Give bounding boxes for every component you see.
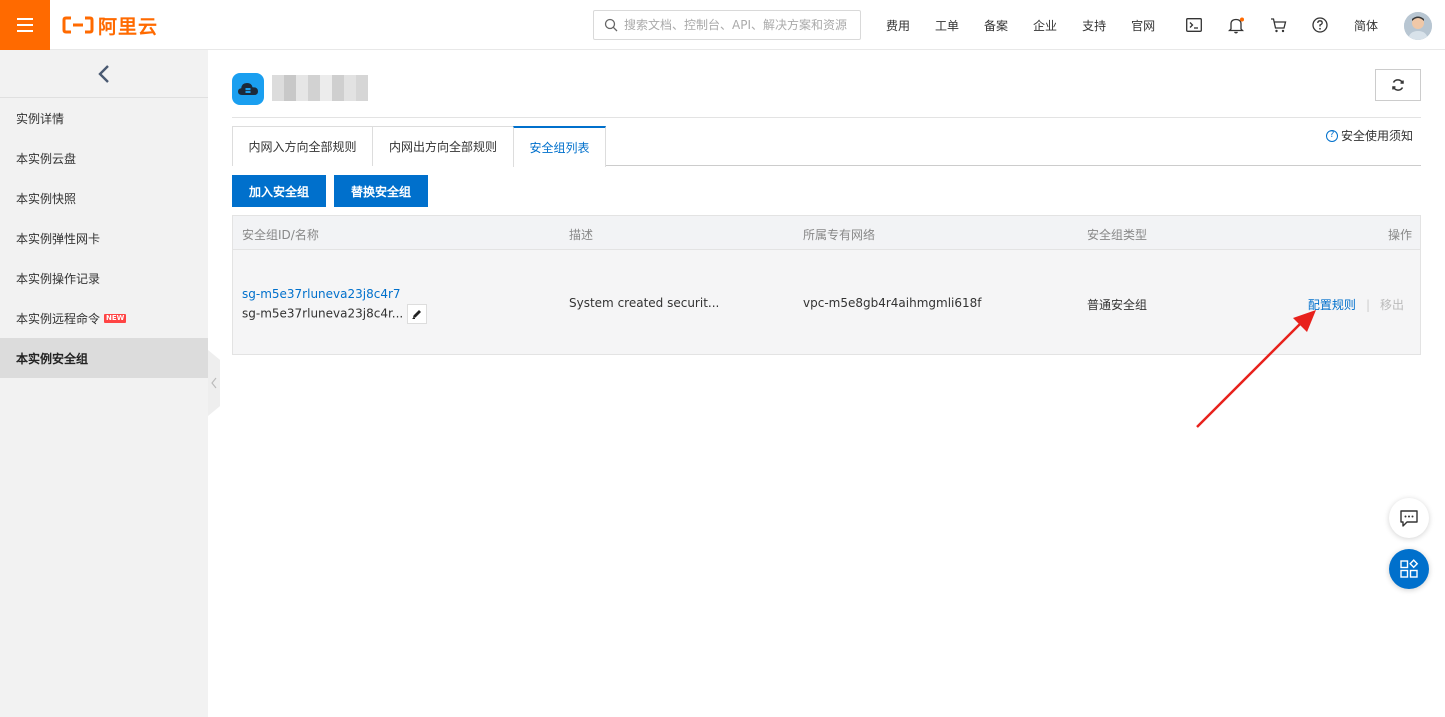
col-header-vpc: 所属专有网络 — [803, 228, 876, 242]
bell-icon[interactable] — [1227, 16, 1245, 34]
nav-enterprise[interactable]: 企业 — [1033, 17, 1057, 34]
sidebar-item-eni[interactable]: 本实例弹性网卡 — [0, 218, 208, 258]
apps-grid-icon — [1400, 559, 1419, 578]
sidebar-item-snapshots[interactable]: 本实例快照 — [0, 178, 208, 218]
pencil-icon — [412, 310, 422, 319]
menu-icon[interactable] — [0, 0, 50, 50]
col-header-desc: 描述 — [569, 228, 594, 242]
aliyun-logo[interactable]: 阿里云 — [62, 13, 159, 38]
terminal-icon[interactable] — [1185, 16, 1203, 34]
nav-support[interactable]: 支持 — [1082, 17, 1106, 34]
description-cell: System created securit... — [569, 296, 720, 310]
nav-fees[interactable]: 费用 — [886, 17, 910, 34]
edit-name-button[interactable] — [407, 304, 428, 324]
language-switch[interactable]: 简体 — [1354, 17, 1378, 34]
feedback-chat-button[interactable] — [1389, 498, 1429, 538]
chevron-left-icon — [211, 377, 217, 389]
security-group-name-cell: sg-m5e37rluneva23j8c4r... — [242, 304, 428, 324]
instance-header — [232, 50, 1421, 118]
tab-inbound-rules[interactable]: 内网入方向全部规则 — [232, 126, 373, 166]
col-header-id: 安全组ID/名称 — [242, 228, 319, 242]
sidebar-item-instance-detail[interactable]: 实例详情 — [0, 98, 208, 138]
join-security-group-button[interactable]: 加入安全组 — [232, 175, 327, 207]
sidebar-item-label: 本实例操作记录 — [16, 271, 101, 286]
table-row: sg-m5e37rluneva23j8c4r7 sg-m5e37rluneva2… — [233, 250, 1420, 354]
top-nav: 费用 工单 备案 企业 支持 官网 — [886, 0, 1180, 50]
vpc-cell: vpc-m5e8gb4r4aihmgmli618f — [803, 296, 982, 310]
tab-outbound-rules[interactable]: 内网出方向全部规则 — [372, 126, 514, 166]
sidebar: 实例详情 本实例云盘 本实例快照 本实例弹性网卡 本实例操作记录 本实例远程命令… — [0, 50, 208, 717]
sidebar-item-label: 本实例远程命令 — [16, 311, 101, 326]
sidebar-item-label: 本实例云盘 — [16, 151, 77, 166]
nav-ticket[interactable]: 工单 — [935, 17, 959, 34]
avatar[interactable] — [1404, 12, 1432, 40]
tabs: 内网入方向全部规则 内网出方向全部规则 安全组列表 ? 安全使用须知 — [232, 126, 1421, 167]
configure-rules-link[interactable]: 配置规则 — [1308, 298, 1356, 312]
sidebar-item-disks[interactable]: 本实例云盘 — [0, 138, 208, 178]
cloud-server-icon — [232, 73, 264, 105]
col-header-actions: 操作 — [1387, 228, 1412, 242]
security-notice-link[interactable]: ? 安全使用须知 — [1325, 127, 1413, 144]
row-actions: 配置规则 | 移出 — [1308, 296, 1404, 313]
col-header-type: 安全组类型 — [1087, 228, 1148, 242]
top-icons — [1185, 0, 1353, 50]
search-input[interactable] — [624, 18, 854, 32]
chevron-left-icon — [98, 64, 109, 83]
sidebar-item-operation-log[interactable]: 本实例操作记录 — [0, 258, 208, 298]
security-group-name: sg-m5e37rluneva23j8c4r... — [242, 306, 404, 321]
search-box[interactable] — [593, 10, 861, 40]
group-type-cell: 普通安全组 — [1087, 298, 1148, 312]
help-icon[interactable] — [1311, 16, 1329, 34]
remove-link[interactable]: 移出 — [1380, 298, 1404, 312]
refresh-icon — [1392, 79, 1404, 91]
tab-label: 内网出方向全部规则 — [388, 140, 497, 154]
aliyun-logo-icon — [62, 16, 94, 34]
security-notice-label: 安全使用须知 — [1340, 129, 1413, 143]
instance-name-redacted — [272, 75, 368, 101]
nav-website[interactable]: 官网 — [1131, 17, 1155, 34]
tab-security-group-list[interactable]: 安全组列表 — [513, 126, 606, 167]
replace-security-group-button[interactable]: 替换安全组 — [334, 175, 429, 207]
security-group-id-link[interactable]: sg-m5e37rluneva23j8c4r7 — [242, 287, 401, 301]
new-badge: NEW — [104, 313, 127, 323]
sidebar-item-label: 本实例弹性网卡 — [16, 231, 101, 246]
action-divider: | — [1365, 298, 1370, 312]
sidebar-item-label: 本实例安全组 — [16, 351, 89, 366]
sidebar-collapse-handle[interactable] — [208, 350, 220, 416]
chat-icon — [1400, 509, 1418, 527]
sidebar-item-label: 实例详情 — [16, 111, 65, 126]
sidebar-item-remote-command[interactable]: 本实例远程命令 NEW — [0, 298, 208, 338]
cart-icon[interactable] — [1269, 16, 1287, 34]
apps-button[interactable] — [1389, 549, 1429, 589]
sidebar-item-security-group[interactable]: 本实例安全组 — [0, 338, 208, 378]
question-icon: ? — [1325, 129, 1338, 142]
nav-icp[interactable]: 备案 — [984, 17, 1008, 34]
table-header: 安全组ID/名称 描述 所属专有网络 安全组类型 操作 — [233, 216, 1420, 250]
top-bar: 阿里云 费用 工单 备案 企业 支持 官网 简体 — [0, 0, 1445, 50]
user-avatar-icon — [1404, 12, 1432, 40]
security-group-table: 安全组ID/名称 描述 所属专有网络 安全组类型 操作 sg-m5e37rlun… — [232, 215, 1421, 355]
tab-label: 安全组列表 — [529, 141, 590, 155]
action-bar: 加入安全组 替换安全组 — [232, 175, 1421, 207]
tab-label: 内网入方向全部规则 — [248, 140, 357, 154]
logo-text: 阿里云 — [98, 15, 159, 38]
main-content: 内网入方向全部规则 内网出方向全部规则 安全组列表 ? 安全使用须知 加入安全组… — [232, 50, 1421, 355]
sidebar-item-label: 本实例快照 — [16, 191, 77, 206]
refresh-button[interactable] — [1375, 69, 1421, 101]
back-button[interactable] — [0, 50, 208, 98]
search-icon — [604, 18, 618, 32]
